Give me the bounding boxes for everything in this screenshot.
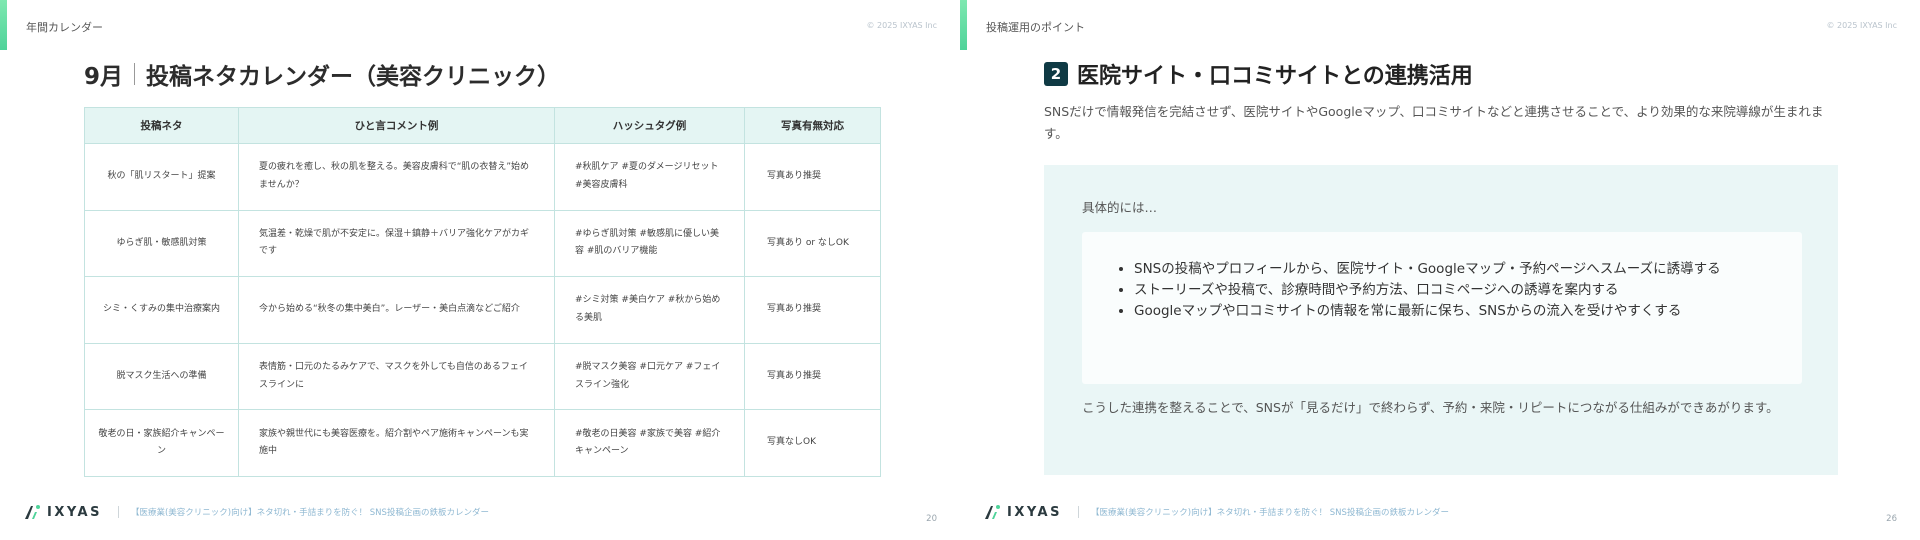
cell-hashtags: #秋肌ケア #夏のダメージリセット #美容皮膚科: [554, 143, 745, 211]
ixyas-logo-icon: [985, 505, 1000, 519]
cell-comment: 夏の疲れを癒し、秋の肌を整える。美容皮膚科で“肌の衣替え”始めませんか？: [238, 143, 555, 211]
footer-divider: [1077, 506, 1079, 518]
accent-bar: [960, 0, 967, 50]
detail-panel: 具体的には… SNSの投稿やプロフィールから、医院サイト・Googleマップ・予…: [1044, 165, 1838, 475]
list-item: Googleマップや口コミサイトの情報を常に最新に保ち、SNSからの流入を受けや…: [1134, 302, 1776, 322]
footer-divider: [117, 506, 119, 518]
cell-topic: 秋の「肌リスタート」提案: [84, 143, 239, 211]
table-row: 秋の「肌リスタート」提案 夏の疲れを癒し、秋の肌を整える。美容皮膚科で“肌の衣替…: [84, 143, 881, 211]
footer: IXYAS 【医療業(美容クリニック)向け】ネタ切れ・手詰まりを防ぐ！ SNS投…: [984, 502, 1449, 522]
cell-comment: 表情筋・口元のたるみケアで、マスクを外しても自信のあるフェイスラインに: [238, 342, 555, 411]
table-row: 脱マスク生活への準備 表情筋・口元のたるみケアで、マスクを外しても自信のあるフェ…: [84, 342, 881, 411]
header-topic: 投稿ネタ: [84, 107, 239, 144]
page-number: 20: [926, 514, 937, 524]
table-row: 敬老の日・家族紹介キャンペーン 家族や親世代にも美容医療を。紹介割やペア施術キャ…: [84, 409, 881, 477]
bullet-list: SNSの投稿やプロフィールから、医院サイト・Googleマップ・予約ページへスム…: [1126, 260, 1776, 323]
header-photo: 写真有無対応: [744, 107, 881, 144]
ixyas-logo-icon: [25, 505, 40, 519]
page-title: 2 医院サイト・口コミサイトとの連携活用: [1044, 58, 1473, 90]
title-main: 投稿ネタカレンダー（美容クリニック）: [146, 64, 561, 90]
accent-bar: [0, 0, 7, 50]
cell-topic: ゆらぎ肌・敏感肌対策: [84, 209, 239, 278]
cell-hashtags: #ゆらぎ肌対策 #敏感肌に優しい美容 #肌のバリア機能: [554, 209, 745, 278]
cell-comment: 家族や親世代にも美容医療を。紹介割やペア施術キャンペーンも実施中: [238, 409, 555, 477]
cell-topic: シミ・くすみの集中治療案内: [84, 276, 239, 344]
cell-photo: 写真あり推奨: [744, 276, 881, 344]
brand-logo: IXYAS: [984, 504, 1062, 520]
footer-text: 【医療業(美容クリニック)向け】ネタ切れ・手詰まりを防ぐ！ SNS投稿企画の鉄板…: [130, 508, 489, 518]
copyright: © 2025 IXYAS Inc: [1826, 21, 1897, 30]
cell-hashtags: #敬老の日美容 #家族で美容 #紹介キャンペーン: [554, 409, 745, 477]
slide-calendar: 年間カレンダー © 2025 IXYAS Inc 9月 投稿ネタカレンダー（美容…: [0, 0, 960, 540]
page-title: 9月 投稿ネタカレンダー（美容クリニック）: [84, 57, 560, 91]
cell-topic: 脱マスク生活への準備: [84, 342, 239, 411]
title-text: 医院サイト・口コミサイトとの連携活用: [1077, 64, 1473, 89]
cell-photo: 写真あり推奨: [744, 342, 881, 411]
brand-logo: IXYAS: [24, 504, 102, 520]
cell-hashtags: #脱マスク美容 #口元ケア #フェイスライン強化: [554, 342, 745, 411]
table-header-row: 投稿ネタ ひと言コメント例 ハッシュタグ例 写真有無対応: [84, 107, 881, 144]
cell-photo: 写真あり or なしOK: [744, 209, 881, 278]
panel-heading: 具体的には…: [1082, 200, 1158, 215]
calendar-table: 投稿ネタ ひと言コメント例 ハッシュタグ例 写真有無対応 秋の「肌リスタート」提…: [84, 107, 881, 477]
cell-comment: 今から始める“秋冬の集中美白”。レーザー・美白点滴などご紹介: [238, 276, 555, 344]
footer-text: 【医療業(美容クリニック)向け】ネタ切れ・手詰まりを防ぐ！ SNS投稿企画の鉄板…: [1090, 508, 1449, 518]
cell-photo: 写真なしOK: [744, 409, 881, 477]
cell-photo: 写真あり推奨: [744, 143, 881, 211]
brand-name: IXYAS: [47, 504, 102, 520]
cell-comment: 気温差・乾燥で肌が不安定に。保湿＋鎮静＋バリア強化ケアがカギです: [238, 209, 555, 278]
cell-hashtags: #シミ対策 #美白ケア #秋から始める美肌: [554, 276, 745, 344]
intro-text: SNSだけで情報発信を完結させず、医院サイトやGoogleマップ、口コミサイトな…: [1044, 104, 1824, 141]
brand-name: IXYAS: [1007, 504, 1062, 520]
table-row: ゆらぎ肌・敏感肌対策 気温差・乾燥で肌が不安定に。保湿＋鎮静＋バリア強化ケアがカ…: [84, 209, 881, 278]
cell-topic: 敬老の日・家族紹介キャンペーン: [84, 409, 239, 477]
header-hashtags: ハッシュタグ例: [554, 107, 745, 144]
bullet-box: SNSの投稿やプロフィールから、医院サイト・Googleマップ・予約ページへスム…: [1082, 232, 1802, 384]
title-divider: [134, 63, 136, 85]
list-item: ストーリーズや投稿で、診療時間や予約方法、口コミページへの誘導を案内する: [1134, 281, 1776, 301]
list-item: SNSの投稿やプロフィールから、医院サイト・Googleマップ・予約ページへスム…: [1134, 260, 1776, 280]
section-label: 投稿運用のポイント: [986, 21, 1085, 34]
table-row: シミ・くすみの集中治療案内 今から始める“秋冬の集中美白”。レーザー・美白点滴な…: [84, 276, 881, 344]
number-badge: 2: [1044, 62, 1068, 86]
section-label: 年間カレンダー: [26, 21, 103, 34]
title-month: 9月: [84, 64, 124, 90]
header-comment: ひと言コメント例: [238, 107, 555, 144]
slide-points: 投稿運用のポイント © 2025 IXYAS Inc 2 医院サイト・口コミサイ…: [960, 0, 1920, 540]
page-number: 26: [1886, 514, 1897, 524]
footer: IXYAS 【医療業(美容クリニック)向け】ネタ切れ・手詰まりを防ぐ！ SNS投…: [24, 502, 489, 522]
closing-text: こうした連携を整えることで、SNSが「見るだけ」で終わらず、予約・来院・リピート…: [1082, 400, 1779, 415]
copyright: © 2025 IXYAS Inc: [866, 21, 937, 30]
